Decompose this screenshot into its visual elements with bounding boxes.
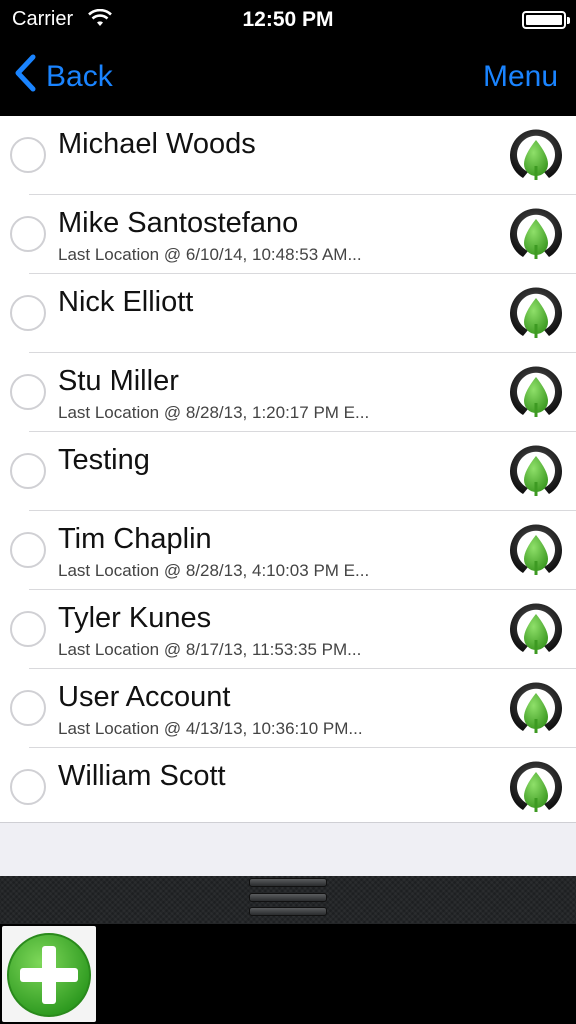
menu-button[interactable]: Menu xyxy=(483,60,558,94)
leaf-logo-icon[interactable] xyxy=(506,126,566,186)
contact-row[interactable]: Tim Chaplin Last Location @ 8/28/13, 4:1… xyxy=(0,511,576,590)
contact-name: William Scott xyxy=(58,760,226,792)
leaf-logo-icon[interactable] xyxy=(506,205,566,265)
radio-circle-icon[interactable] xyxy=(10,690,46,726)
radio-circle-icon[interactable] xyxy=(10,137,46,173)
back-button[interactable]: Back xyxy=(14,54,113,100)
contact-row[interactable]: User Account Last Location @ 4/13/13, 10… xyxy=(0,669,576,748)
last-location-text: Last Location @ 8/17/13, 11:53:35 PM... xyxy=(58,640,362,659)
contact-name: Stu Miller xyxy=(58,365,179,397)
drawer-handle-icon[interactable] xyxy=(249,878,327,916)
last-location-text: Last Location @ 8/28/13, 4:10:03 PM E... xyxy=(58,561,370,580)
contact-name: Mike Santostefano xyxy=(58,207,299,239)
radio-circle-icon[interactable] xyxy=(10,611,46,647)
leaf-logo-icon[interactable] xyxy=(506,679,566,739)
contact-row[interactable]: Nick Elliott xyxy=(0,274,576,353)
contact-name: Testing xyxy=(58,444,150,476)
contact-row[interactable]: William Scott xyxy=(0,748,576,822)
radio-circle-icon[interactable] xyxy=(10,532,46,568)
contact-row[interactable]: Michael Woods xyxy=(0,116,576,195)
bottom-drawer xyxy=(0,924,576,1024)
add-button[interactable] xyxy=(2,926,96,1022)
leaf-logo-icon[interactable] xyxy=(506,284,566,344)
radio-circle-icon[interactable] xyxy=(10,374,46,410)
contact-name: User Account xyxy=(58,681,231,713)
contact-row[interactable]: Tyler Kunes Last Location @ 8/17/13, 11:… xyxy=(0,590,576,669)
bottom-toolbar xyxy=(0,876,576,924)
status-bar: Carrier 12:50 PM xyxy=(0,0,576,40)
radio-circle-icon[interactable] xyxy=(10,769,46,805)
contact-name: Nick Elliott xyxy=(58,286,194,318)
leaf-logo-icon[interactable] xyxy=(506,442,566,502)
leaf-logo-icon[interactable] xyxy=(506,600,566,660)
contact-row[interactable]: Testing xyxy=(0,432,576,511)
leaf-logo-icon[interactable] xyxy=(506,758,566,818)
contact-name: Tim Chaplin xyxy=(58,523,212,555)
last-location-text: Last Location @ 4/13/13, 10:36:10 PM... xyxy=(58,719,363,738)
back-label: Back xyxy=(46,60,113,93)
chevron-left-icon xyxy=(14,54,36,100)
contact-name: Tyler Kunes xyxy=(58,602,212,634)
contact-row[interactable]: Mike Santostefano Last Location @ 6/10/1… xyxy=(0,195,576,274)
radio-circle-icon[interactable] xyxy=(10,216,46,252)
contact-list: Michael Woods Mike Santostefano Last Loc… xyxy=(0,116,576,822)
list-footer-area xyxy=(0,822,576,876)
radio-circle-icon[interactable] xyxy=(10,295,46,331)
radio-circle-icon[interactable] xyxy=(10,453,46,489)
contact-row[interactable]: Stu Miller Last Location @ 8/28/13, 1:20… xyxy=(0,353,576,432)
status-time: 12:50 PM xyxy=(242,8,334,31)
last-location-text: Last Location @ 6/10/14, 10:48:53 AM... xyxy=(58,245,362,264)
leaf-logo-icon[interactable] xyxy=(506,363,566,423)
navigation-bar: Back Menu xyxy=(0,40,576,116)
leaf-logo-icon[interactable] xyxy=(506,521,566,581)
last-location-text: Last Location @ 8/28/13, 1:20:17 PM E... xyxy=(58,403,370,422)
add-plus-icon xyxy=(7,933,91,1017)
battery-icon xyxy=(522,11,570,29)
contact-name: Michael Woods xyxy=(58,128,256,160)
